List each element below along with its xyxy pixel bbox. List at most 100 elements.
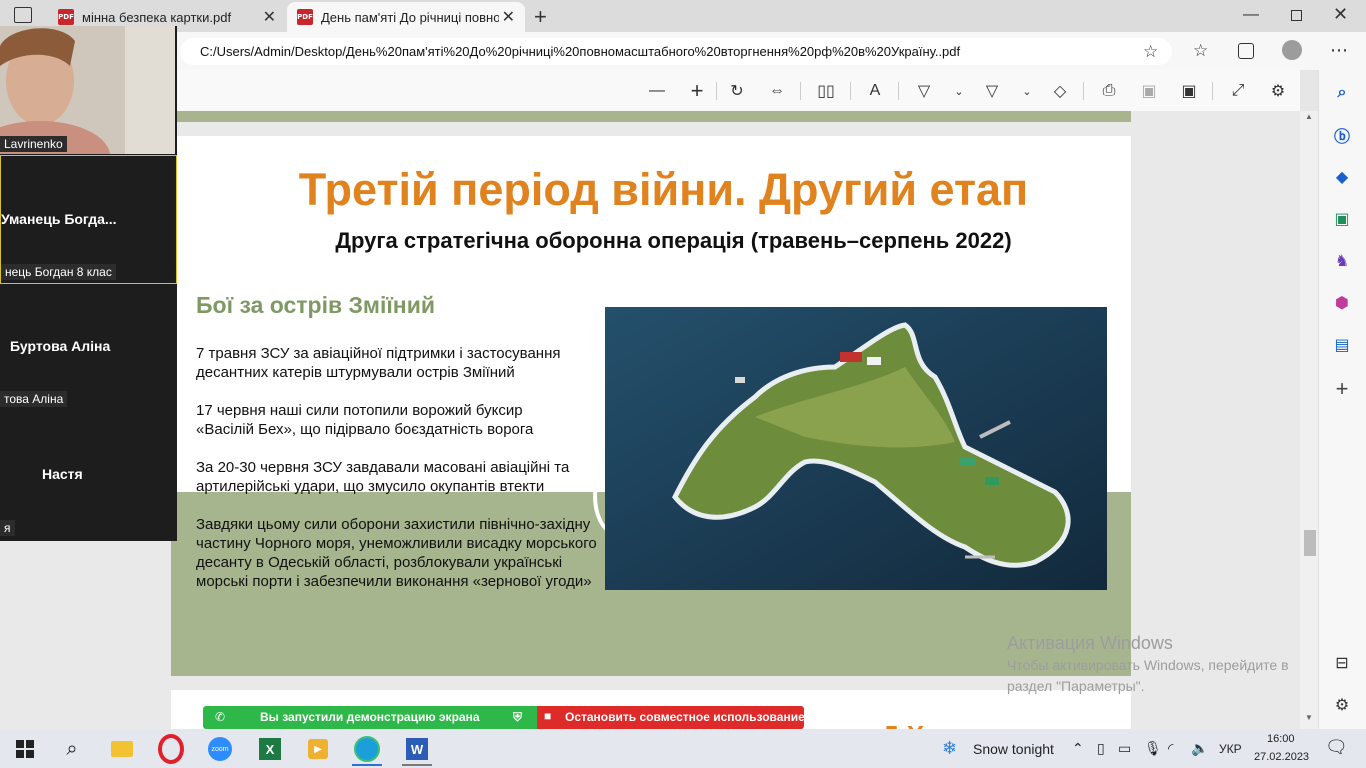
- zoom-in-icon[interactable]: +: [686, 78, 708, 103]
- windows-start-icon[interactable]: [10, 734, 40, 764]
- island-image: [605, 307, 1107, 590]
- tab-bar: PDF мінна безпека картки.pdf ✕ PDF День …: [0, 0, 1366, 32]
- settings-icon[interactable]: ⚙: [1267, 80, 1289, 102]
- read-aloud-icon[interactable]: A: [864, 80, 886, 102]
- island-photo: [605, 307, 1107, 590]
- eraser-icon[interactable]: ◇: [1049, 80, 1071, 102]
- previous-page-edge: [171, 111, 1131, 122]
- add-icon[interactable]: +: [1331, 376, 1353, 401]
- rotate-icon[interactable]: ↻: [726, 80, 748, 102]
- scrollbar-thumb[interactable]: [1304, 530, 1316, 556]
- favorites-icon[interactable]: ☆: [1193, 41, 1208, 61]
- scroll-up-icon[interactable]: ▲: [1305, 112, 1313, 121]
- chevron-down-icon[interactable]: ⌄: [948, 80, 970, 102]
- tab-actions-icon[interactable]: [14, 7, 32, 23]
- divider: [1083, 82, 1084, 100]
- more-menu-icon[interactable]: ⋯: [1330, 40, 1348, 61]
- slide-title: Третій період війни. Другий етап: [298, 164, 1029, 215]
- scrollbar[interactable]: [1300, 111, 1318, 729]
- shield-icon: ⛨: [513, 710, 523, 724]
- pdf-icon: PDF: [58, 9, 74, 25]
- stop-share-label: Остановить совместное использование: [565, 710, 805, 724]
- outlook-icon[interactable]: ▤: [1331, 334, 1353, 356]
- word-icon[interactable]: W: [402, 734, 432, 766]
- chevron-up-icon[interactable]: ⌃: [1072, 740, 1084, 757]
- participant-name: Буртова Аліна: [10, 338, 111, 354]
- participant-label: това Аліна: [0, 391, 68, 407]
- participant-tile[interactable]: Настя я: [0, 412, 175, 540]
- opera-icon[interactable]: [156, 734, 186, 764]
- divider: [716, 82, 717, 100]
- usb-icon[interactable]: ▯: [1097, 740, 1105, 757]
- zoom-out-icon[interactable]: —: [646, 80, 668, 102]
- search-icon[interactable]: ⌕: [57, 734, 87, 764]
- participant-tile[interactable]: Буртова Аліна това Аліна: [0, 284, 175, 410]
- activation-text: раздел "Параметры".: [1007, 678, 1145, 694]
- shopping-icon[interactable]: ◆: [1331, 166, 1353, 188]
- language-indicator[interactable]: УКР: [1219, 742, 1242, 756]
- notifications-icon[interactable]: 🗨: [1325, 737, 1348, 758]
- participant-label: нець Богдан 8 клас: [1, 264, 116, 280]
- battery-icon[interactable]: ▭: [1118, 740, 1131, 757]
- zoom-app-icon[interactable]: zoom: [205, 734, 235, 764]
- highlight-icon[interactable]: ▽: [981, 80, 1003, 102]
- microphone-icon[interactable]: 🎙: [1144, 740, 1162, 757]
- add-favorite-icon[interactable]: ☆: [1143, 42, 1158, 62]
- profile-avatar[interactable]: [1282, 40, 1302, 60]
- close-window-icon[interactable]: ✕: [1333, 4, 1348, 25]
- search-icon[interactable]: ⌕: [1331, 82, 1353, 104]
- clock-date[interactable]: 27.02.2023: [1254, 751, 1309, 763]
- print-icon[interactable]: ⎙: [1098, 80, 1120, 102]
- collections-icon[interactable]: [1238, 43, 1254, 59]
- tools-icon[interactable]: ▣: [1331, 208, 1353, 230]
- draw-icon[interactable]: ▽: [913, 80, 935, 102]
- save-icon[interactable]: ▣: [1138, 80, 1160, 102]
- page-view-icon[interactable]: ▯▯: [815, 80, 837, 102]
- divider: [800, 82, 801, 100]
- participant-name: Настя: [42, 466, 83, 482]
- office-icon[interactable]: ⬢: [1331, 292, 1353, 314]
- edge-icon[interactable]: [352, 734, 382, 766]
- participant-name: Уманець Богда...: [1, 211, 117, 227]
- address-field[interactable]: C:/Users/Admin/Desktop/День%20пам'яті%20…: [180, 38, 1172, 65]
- pdf-icon: PDF: [297, 9, 313, 25]
- weather-text[interactable]: Snow tonight: [973, 741, 1054, 757]
- tab-label: День пам'яті До річниці повном: [321, 9, 499, 25]
- close-icon[interactable]: ✕: [502, 7, 515, 27]
- section-heading: Бої за острів Зміїний: [196, 292, 435, 318]
- clock-time[interactable]: 16:00: [1267, 733, 1295, 745]
- games-icon[interactable]: ♞: [1331, 250, 1353, 272]
- address-text: C:/Users/Admin/Desktop/День%20пам'яті%20…: [200, 44, 961, 59]
- wifi-icon[interactable]: ◜: [1168, 740, 1173, 757]
- slide-subtitle: Друга стратегічна оборонна операція (тра…: [335, 228, 1012, 253]
- save-as-icon[interactable]: ▣: [1178, 80, 1200, 102]
- chevron-down-icon[interactable]: ⌄: [1016, 80, 1038, 102]
- phone-icon: ✆: [215, 710, 226, 724]
- file-explorer-icon[interactable]: [107, 734, 137, 764]
- video-player-icon[interactable]: ▶: [303, 734, 333, 764]
- person-video: [0, 26, 175, 154]
- paragraph: Завдяки цьому сили оборони захистили пів…: [196, 516, 597, 590]
- scroll-down-icon[interactable]: ▼: [1305, 713, 1313, 722]
- divider: [1212, 82, 1213, 100]
- fit-width-icon[interactable]: ⇔: [766, 80, 788, 102]
- bing-icon[interactable]: ⓑ: [1331, 124, 1353, 146]
- minimize-icon[interactable]: —: [1243, 6, 1259, 24]
- tab-label: мінна безпека картки.pdf: [82, 9, 232, 25]
- fullscreen-icon[interactable]: ⤢: [1227, 80, 1249, 102]
- screen-share-status: ✆ Вы запустили демонстрацию экрана ⛨: [203, 706, 537, 729]
- stop-share-button[interactable]: ■ Остановить совместное использование: [537, 706, 805, 729]
- pdf-page: Третій період війни. Другий етап Друга с…: [171, 136, 1131, 676]
- activation-text: Чтобы активировать Windows, перейдите в: [1007, 657, 1289, 673]
- hide-sidebar-icon[interactable]: ⊟: [1331, 652, 1353, 674]
- volume-icon[interactable]: 🔈: [1191, 740, 1208, 757]
- sidebar-settings-icon[interactable]: ⚙: [1331, 694, 1353, 716]
- weather-icon[interactable]: ❄: [942, 738, 957, 759]
- restore-icon[interactable]: [1291, 10, 1302, 21]
- self-video: Lavrinenko: [0, 26, 175, 154]
- participant-tile[interactable]: Уманець Богда... нець Богдан 8 клас: [0, 155, 177, 284]
- close-icon[interactable]: ✕: [263, 7, 276, 27]
- tab-den-pamyati[interactable]: PDF День пам'яті До річниці повном ✕: [287, 2, 525, 32]
- new-tab-icon[interactable]: +: [534, 4, 547, 30]
- excel-icon[interactable]: X: [255, 734, 285, 764]
